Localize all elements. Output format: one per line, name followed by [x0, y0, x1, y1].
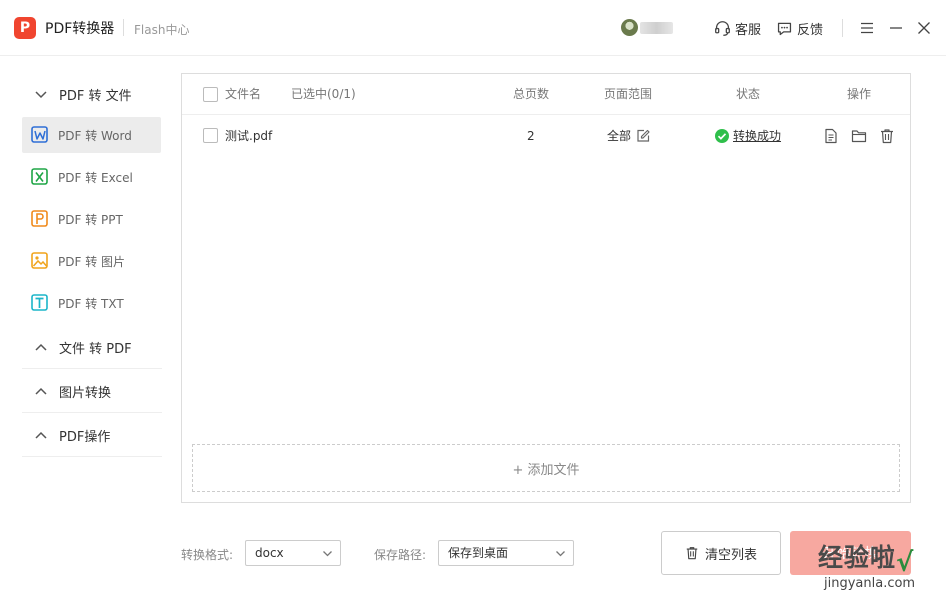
title-bar: P PDF转换器 Flash中心 客服 反馈: [0, 0, 946, 56]
sidebar-group-label: 文件 转 PDF: [59, 342, 132, 357]
format-select[interactable]: docx: [245, 540, 341, 566]
row-filename: 测试.pdf: [225, 129, 273, 143]
save-path-select[interactable]: 保存到桌面: [438, 540, 574, 566]
header-filename: 文件名: [225, 87, 262, 101]
row-checkbox[interactable]: [203, 128, 218, 143]
row-status-link[interactable]: 转换成功: [733, 116, 781, 156]
chat-icon: [777, 22, 792, 35]
sidebar-item-pdf-to-txt[interactable]: PDF 转 TXT: [22, 285, 161, 321]
header-status: 状态: [736, 87, 761, 101]
menu-button[interactable]: [856, 17, 878, 39]
folder-icon[interactable]: [851, 128, 867, 144]
feedback-button[interactable]: 反馈: [776, 17, 823, 39]
file-list-panel: 文件名 已选中(0/1) 总页数 页面范围 状态 操作 测试.pdf 2 全部 …: [181, 73, 911, 503]
clear-list-button[interactable]: 清空列表: [661, 531, 781, 575]
app-title: PDF转换器: [45, 21, 115, 37]
flash-center-link[interactable]: Flash中心: [134, 21, 189, 38]
sidebar-item-label: PDF 转 TXT: [58, 296, 124, 311]
trash-icon[interactable]: [879, 128, 895, 144]
app-logo: P: [14, 17, 36, 39]
minimize-icon: [890, 27, 902, 29]
row-pages: 2: [527, 129, 535, 143]
sidebar-item-pdf-to-excel[interactable]: PDF 转 Excel: [22, 159, 161, 195]
format-label: 转换格式:: [181, 548, 234, 562]
sidebar: PDF 转 文件 PDF 转 Word PDF 转 Excel PDF 转 PP…: [0, 57, 170, 602]
sidebar-item-pdf-to-ppt[interactable]: PDF 转 PPT: [22, 201, 161, 237]
sidebar-group-pdf-to-file[interactable]: PDF 转 文件: [22, 73, 162, 115]
sidebar-item-label: PDF 转 PPT: [58, 212, 123, 227]
table-header: 文件名 已选中(0/1) 总页数 页面范围 状态 操作: [182, 74, 910, 115]
sidebar-item-label: PDF 转 图片: [58, 254, 126, 269]
close-button[interactable]: [913, 17, 935, 39]
save-path-value: 保存到桌面: [448, 546, 509, 560]
watermark-url: jingyanla.com: [824, 576, 916, 591]
customer-service-button[interactable]: 客服: [714, 17, 761, 39]
header-action: 操作: [847, 87, 872, 101]
sidebar-item-label: PDF 转 Excel: [58, 170, 133, 185]
sidebar-group-label: PDF 转 文件: [59, 88, 132, 104]
save-path-label: 保存路径:: [374, 548, 427, 562]
document-icon[interactable]: [823, 128, 839, 144]
sidebar-group-file-to-pdf[interactable]: 文件 转 PDF: [22, 327, 162, 369]
chevron-down-icon: [556, 551, 565, 557]
window-controls-divider: [842, 19, 843, 37]
select-all-checkbox[interactable]: [203, 87, 218, 102]
chevron-up-icon: [35, 387, 47, 395]
word-icon: [31, 126, 48, 143]
sidebar-item-pdf-to-image[interactable]: PDF 转 图片: [22, 243, 161, 279]
sidebar-item-pdf-to-word[interactable]: PDF 转 Word: [22, 117, 161, 153]
trash-icon: [686, 547, 698, 560]
clear-list-label: 清空列表: [704, 547, 757, 563]
minimize-button[interactable]: [885, 17, 907, 39]
customer-service-label: 客服: [735, 22, 762, 38]
success-check-icon: [715, 129, 729, 143]
ppt-icon: [31, 210, 48, 227]
sidebar-group-image-convert[interactable]: 图片转换: [22, 371, 162, 413]
hamburger-icon: [861, 22, 873, 34]
username-blurred: [640, 22, 673, 34]
format-select-value: docx: [255, 546, 284, 560]
sidebar-group-pdf-operations[interactable]: PDF操作: [22, 415, 162, 457]
watermark-check: √: [896, 548, 914, 578]
sidebar-item-label: PDF 转 Word: [58, 128, 132, 143]
txt-icon: [31, 294, 48, 311]
header-selected-count: 已选中(0/1): [291, 87, 356, 101]
chevron-down-icon: [323, 551, 332, 557]
edit-icon[interactable]: [636, 129, 650, 143]
watermark-text: 经验啦: [818, 543, 897, 572]
row-page-range: 全部: [607, 129, 632, 143]
sidebar-group-label: PDF操作: [59, 430, 111, 445]
header-pages: 总页数: [513, 87, 550, 101]
headset-icon: [715, 20, 730, 36]
feedback-label: 反馈: [797, 22, 824, 38]
sidebar-group-label: 图片转换: [59, 386, 112, 401]
title-divider: [123, 19, 124, 36]
chevron-up-icon: [35, 431, 47, 439]
excel-icon: [31, 168, 48, 185]
image-icon: [31, 252, 48, 269]
add-file-dropzone[interactable]: + 添加文件: [192, 444, 900, 492]
avatar[interactable]: [621, 19, 638, 36]
header-page-range: 页面范围: [604, 87, 653, 101]
close-icon: [918, 22, 930, 34]
chevron-down-icon: [35, 91, 47, 99]
chevron-up-icon: [35, 343, 47, 351]
table-row: 测试.pdf 2 全部 转换成功: [182, 116, 910, 156]
add-file-label: + 添加文件: [512, 462, 580, 478]
